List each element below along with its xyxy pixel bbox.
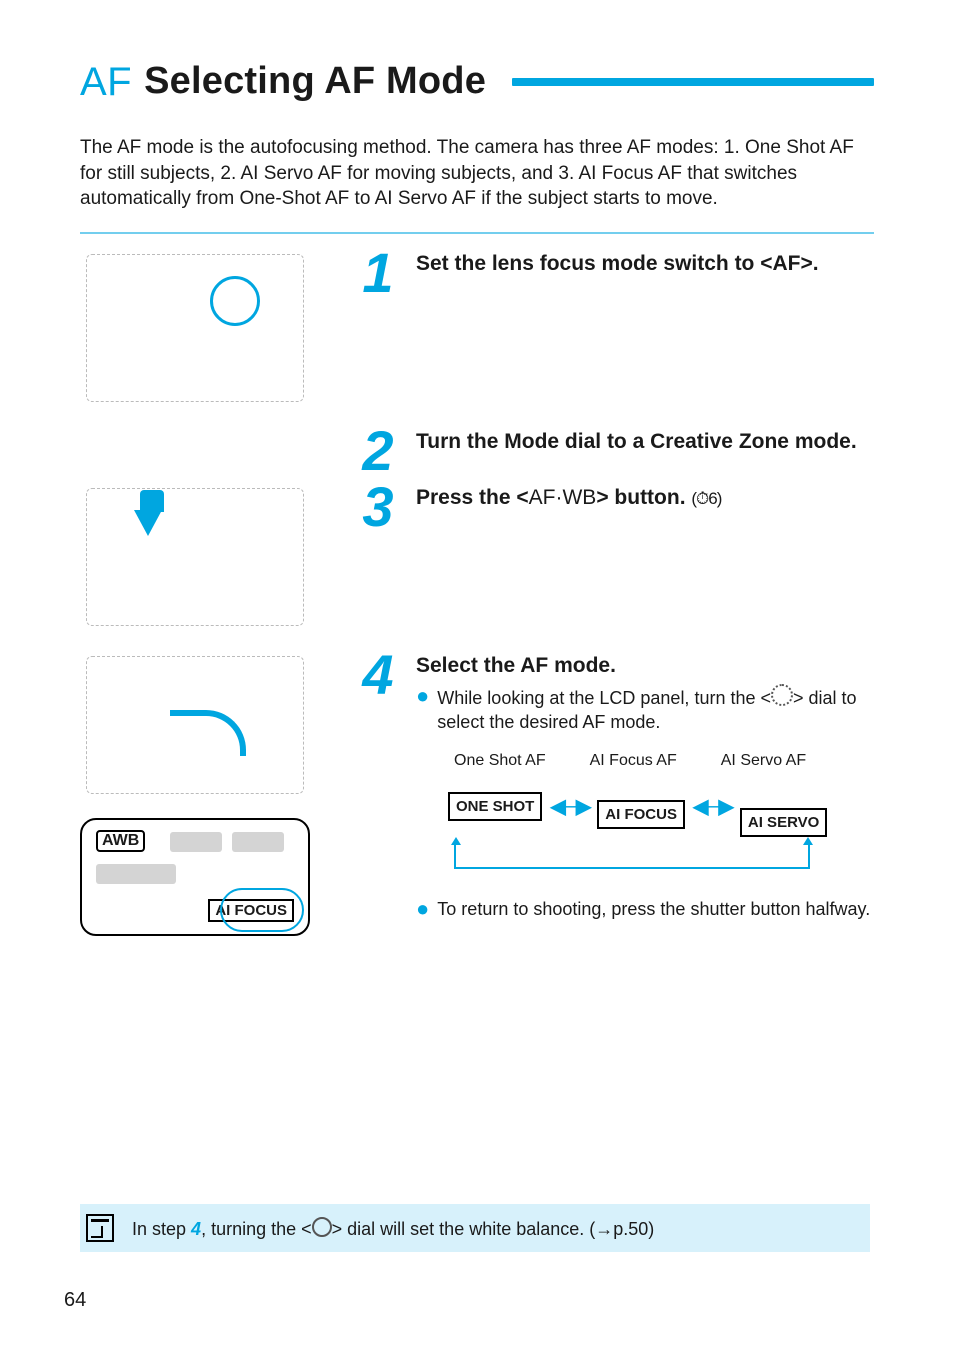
press-arrow-icon bbox=[140, 490, 164, 512]
diagram-box-aiservo: AI SERVO bbox=[740, 808, 827, 837]
lcd-awb-label: AWB bbox=[96, 830, 145, 852]
camera-top-illustration bbox=[86, 488, 304, 626]
step-2-heading: Turn the Mode dial to a Creative Zone mo… bbox=[416, 428, 874, 455]
step-1-heading: Set the lens focus mode switch to <AF>. bbox=[416, 250, 874, 277]
page-title-row: AF Selecting AF Mode bbox=[80, 60, 874, 103]
step-4-bullet2-text: To return to shooting, press the shutter… bbox=[437, 897, 870, 921]
camera-lens-illustration bbox=[86, 254, 304, 402]
step-number-3: 3 bbox=[350, 482, 406, 532]
step-number-1: 1 bbox=[350, 248, 406, 298]
step-2-body: Turn the Mode dial to a Creative Zone mo… bbox=[416, 426, 874, 455]
diagram-label-aiservo: AI Servo AF bbox=[721, 752, 806, 770]
diagram-box-oneshot: ONE SHOT bbox=[448, 792, 542, 821]
step-4-bullet-1: ● While looking at the LCD panel, turn t… bbox=[416, 684, 874, 735]
step-3-heading-post: > button. bbox=[596, 486, 685, 509]
lcd-panel-illustration: AWB AI FOCUS bbox=[80, 818, 310, 936]
page-title: Selecting AF Mode bbox=[144, 60, 486, 103]
footnote-step-number: 4 bbox=[191, 1219, 201, 1239]
diagram-label-oneshot: One Shot AF bbox=[454, 752, 546, 770]
footnote-mid: , turning the < bbox=[201, 1219, 312, 1239]
step-number-4: 4 bbox=[350, 650, 406, 700]
section-divider bbox=[80, 232, 874, 234]
bullet-icon: ● bbox=[416, 684, 429, 735]
step-4-body: Select the AF mode. ● While looking at t… bbox=[416, 650, 874, 921]
footnote-pre: In step bbox=[132, 1219, 191, 1239]
step-4-bullet1-pre: While looking at the LCD panel, turn the… bbox=[437, 688, 771, 708]
steps-list: 1 Set the lens focus mode switch to <AF>… bbox=[80, 248, 874, 936]
step-1-body: Set the lens focus mode switch to <AF>. bbox=[416, 248, 874, 277]
step-4-heading: Select the AF mode. bbox=[416, 652, 874, 679]
step-3-heading: Press the <AF·WB> button. (⏱6) bbox=[416, 484, 874, 511]
intro-paragraph: The AF mode is the autofocusing method. … bbox=[80, 135, 874, 212]
diagram-label-aifocus: AI Focus AF bbox=[590, 752, 677, 770]
step-1-illustration bbox=[80, 248, 340, 408]
step-3: 3 Press the <AF·WB> button. (⏱6) bbox=[80, 482, 874, 632]
af-switch-highlight-icon bbox=[210, 276, 260, 326]
manual-page: AF Selecting AF Mode The AF mode is the … bbox=[0, 0, 954, 1352]
diagram-arrow-icon: ◀─▶ bbox=[550, 794, 589, 819]
bullet-icon: ● bbox=[416, 897, 429, 921]
lcd-aifocus-highlight-icon bbox=[220, 888, 304, 932]
title-prefix: AF bbox=[80, 62, 132, 102]
diagram-box-aifocus: AI FOCUS bbox=[597, 800, 685, 829]
footnote-post: > dial will set the white balance. (→p.5… bbox=[332, 1219, 655, 1239]
step-3-illustration bbox=[80, 482, 340, 632]
press-arrow-head-icon bbox=[134, 510, 162, 536]
step-4-bullet-2: ● To return to shooting, press the shutt… bbox=[416, 897, 874, 921]
title-accent-bar bbox=[512, 78, 874, 86]
step-2: 2 Turn the Mode dial to a Creative Zone … bbox=[80, 426, 874, 476]
step-3-body: Press the <AF·WB> button. (⏱6) bbox=[416, 482, 874, 511]
diagram-loop-arrow-icon bbox=[454, 843, 810, 869]
diagram-arrow-icon: ◀─▶ bbox=[693, 794, 732, 819]
step-3-heading-pre: Press the < bbox=[416, 486, 529, 509]
footnote-bar: In step 4, turning the < > dial will set … bbox=[80, 1204, 870, 1252]
note-icon bbox=[86, 1214, 114, 1242]
page-number: 64 bbox=[64, 1289, 86, 1312]
af-mode-diagram: One Shot AF AI Focus AF AI Servo AF ONE … bbox=[448, 752, 874, 869]
step-number-2: 2 bbox=[350, 426, 406, 476]
step-4: AWB AI FOCUS 4 Select the AF mode. ● Whi… bbox=[80, 650, 874, 936]
step-4-illustrations: AWB AI FOCUS bbox=[80, 650, 340, 936]
footnote-text: In step 4, turning the < > dial will set … bbox=[132, 1217, 654, 1240]
quick-dial-icon bbox=[312, 1217, 332, 1237]
step-1: 1 Set the lens focus mode switch to <AF>… bbox=[80, 248, 874, 408]
timer-note: (⏱6) bbox=[691, 489, 721, 508]
af-wb-label: AF·WB bbox=[529, 486, 597, 509]
main-dial-icon bbox=[771, 684, 793, 706]
